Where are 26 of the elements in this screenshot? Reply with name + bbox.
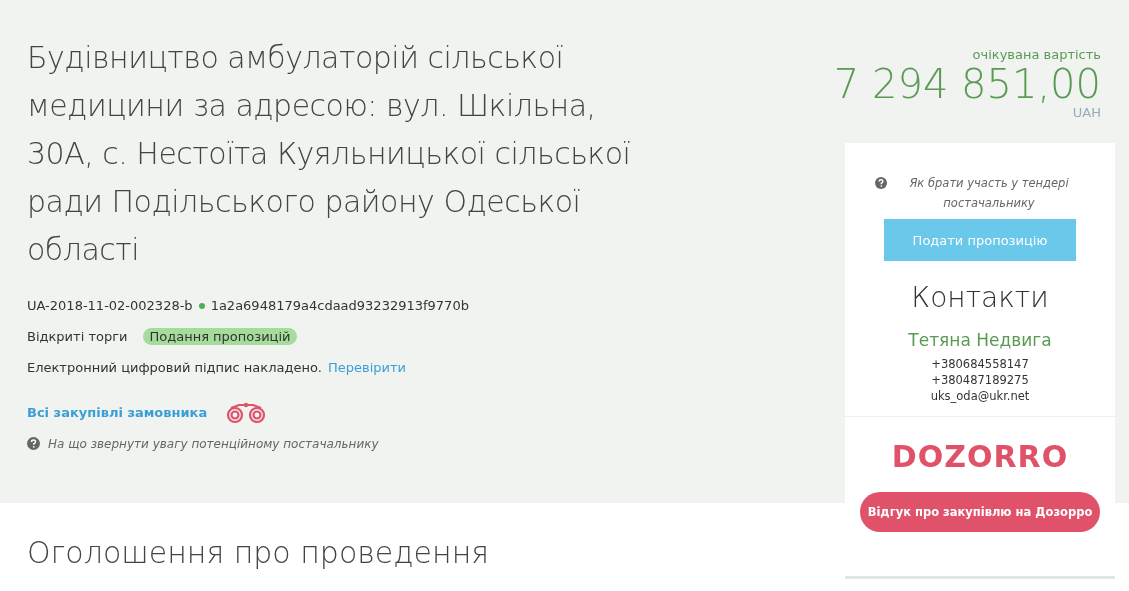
- currency: UAH: [1072, 106, 1101, 119]
- tender-id: UA-2018-11-02-002328-b: [27, 298, 193, 313]
- procedure-type: Відкриті торги: [27, 329, 128, 344]
- dot-icon: [198, 302, 205, 309]
- signature-text: Електронний цифровий підпис накладено.: [27, 360, 322, 375]
- submit-bid-button[interactable]: Подати пропозицію: [884, 219, 1076, 261]
- binoculars-icon: [225, 401, 268, 424]
- dozorro-logo: DOZORRO: [891, 439, 1069, 474]
- review-button[interactable]: Відгук про закупівлю на Дозорро: [860, 492, 1100, 532]
- section-title: Оголошення про проведення: [27, 535, 491, 570]
- help-icon: [875, 177, 887, 189]
- contact-detail: +380487189275: [931, 372, 1029, 388]
- verify-link[interactable]: Перевірити: [328, 360, 406, 375]
- status-badge: Подання пропозицій: [143, 328, 297, 345]
- contact-name: Тетяна Недвига: [908, 330, 1052, 350]
- participation-hint[interactable]: Як брати участь у тендері постачальнику: [893, 173, 1085, 213]
- buyer-tenders-link[interactable]: Всі закупівлі замовника: [27, 405, 208, 420]
- value-label: очікувана вартість: [972, 47, 1101, 62]
- supplier-hint[interactable]: На що звернути увагу потенційному постачальнику: [48, 436, 379, 451]
- tender-title: Будівництво амбулаторій сільської медицини за адресою: вул. Шкільна, 30А, с. Нестоїта Куяльницької сільської ради Подільського району Одеської області: [27, 39, 632, 269]
- help-icon: [27, 437, 40, 450]
- value-amount: 7 294 851,00: [833, 62, 1101, 106]
- contact-detail: uks_oda@ukr.net: [930, 388, 1030, 404]
- contact-detail: +380684558147: [931, 356, 1029, 372]
- tender-hash: 1a2a6948179a4cdaad93232913f9770b: [210, 298, 469, 313]
- contacts-title: Контакти: [911, 281, 1049, 314]
